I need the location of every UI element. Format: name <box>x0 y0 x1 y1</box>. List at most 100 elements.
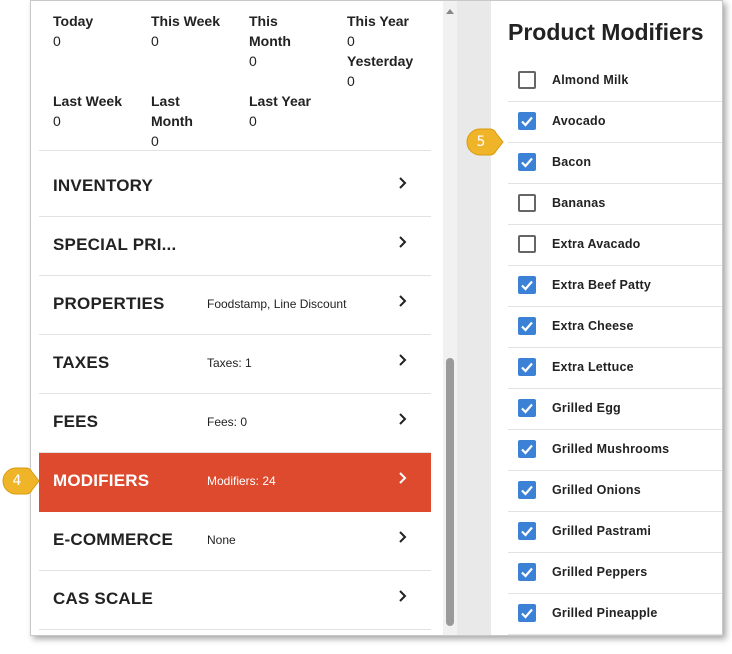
modifier-name: Avocado <box>552 114 606 128</box>
modifier-row[interactable]: Grilled Mushrooms <box>508 430 722 471</box>
modifier-row[interactable]: Grilled Egg <box>508 389 722 430</box>
callout-5: 5 <box>466 128 504 156</box>
modifier-name: Extra Cheese <box>552 319 634 333</box>
stat-value: 0 <box>249 53 257 69</box>
checkbox-unchecked-icon[interactable] <box>518 71 536 89</box>
chevron-right-icon <box>397 294 409 308</box>
row-title: MODIFIERS <box>53 471 150 490</box>
row-title: TAXES <box>53 353 110 372</box>
row-detail: Modifiers: 24 <box>207 474 276 488</box>
product-modifiers-panel: Product Modifiers Almond Milk Avocado Baco… <box>491 1 722 635</box>
row-special-pricing[interactable]: SPECIAL PRI... <box>39 217 431 276</box>
checkbox-checked-icon[interactable] <box>518 153 536 171</box>
panel-divider <box>457 1 491 635</box>
left-panel-scrollbar[interactable] <box>443 1 457 635</box>
stat-label: Today <box>53 13 94 29</box>
stat-today: Today 0 <box>53 11 93 51</box>
row-title: FEES <box>53 412 99 431</box>
row-title: SPECIAL PRI... <box>53 235 177 254</box>
screenshot-frame: Today 0 This Week 0 This Month 0 This Ye… <box>30 0 723 636</box>
stat-label: This Year <box>347 13 410 29</box>
modifier-row[interactable]: Almond Milk <box>508 61 722 102</box>
modifier-row[interactable]: Grilled Peppers <box>508 553 722 594</box>
stat-label: Yesterday <box>347 53 414 69</box>
checkbox-checked-icon[interactable] <box>518 604 536 622</box>
row-properties[interactable]: PROPERTIES Foodstamp, Line Discount <box>39 276 431 335</box>
chevron-right-icon <box>397 589 409 603</box>
modifier-name: Extra Lettuce <box>552 360 634 374</box>
stat-yesterday: Yesterday 0 <box>347 51 413 91</box>
callout-4: 4 <box>2 467 40 495</box>
stat-label: Last Year <box>249 93 312 109</box>
checkbox-unchecked-icon[interactable] <box>518 194 536 212</box>
modifier-name: Grilled Peppers <box>552 565 648 579</box>
stat-value: 0 <box>347 33 355 49</box>
modifier-row[interactable]: Extra Beef Patty <box>508 266 722 307</box>
row-title: CAS SCALE <box>53 589 154 608</box>
row-title: E-COMMERCE <box>53 530 174 549</box>
checkbox-checked-icon[interactable] <box>518 481 536 499</box>
row-inventory[interactable]: INVENTORY <box>39 158 431 217</box>
panel-title: Product Modifiers <box>508 19 704 45</box>
row-e-commerce[interactable]: E-COMMERCE None <box>39 512 431 571</box>
modifier-row[interactable]: Extra Cheese <box>508 307 722 348</box>
checkbox-unchecked-icon[interactable] <box>518 235 536 253</box>
stat-label: Last Week <box>53 93 122 109</box>
checkbox-checked-icon[interactable] <box>518 522 536 540</box>
checkbox-checked-icon[interactable] <box>518 563 536 581</box>
checkbox-checked-icon[interactable] <box>518 440 536 458</box>
row-detail: Fees: 0 <box>207 415 248 429</box>
checkbox-checked-icon[interactable] <box>518 399 536 417</box>
modifier-name: Extra Beef Patty <box>552 278 652 292</box>
checkbox-checked-icon[interactable] <box>518 358 536 376</box>
sales-stats: Today 0 This Week 0 This Month 0 This Ye… <box>39 1 431 151</box>
scrollbar-thumb[interactable] <box>446 358 454 626</box>
callout-number: 4 <box>12 473 22 489</box>
modifier-row[interactable]: Extra Lettuce <box>508 348 722 389</box>
row-detail: Taxes: 1 <box>207 356 252 370</box>
checkbox-checked-icon[interactable] <box>518 276 536 294</box>
modifier-row[interactable]: Avocado <box>508 102 722 143</box>
row-title: INVENTORY <box>53 176 154 195</box>
stat-last-month: Last Month 0 <box>151 91 211 151</box>
chevron-right-icon <box>397 471 409 485</box>
row-modifiers[interactable]: MODIFIERS Modifiers: 24 <box>39 453 431 512</box>
chevron-right-icon <box>397 530 409 544</box>
stat-value: 0 <box>347 73 355 89</box>
chevron-right-icon <box>397 176 409 190</box>
callout-number: 5 <box>476 134 486 150</box>
modifier-row[interactable]: Grilled Pastrami <box>508 512 722 553</box>
modifier-name: Grilled Onions <box>552 483 641 497</box>
row-detail: Foodstamp, Line Discount <box>207 297 347 311</box>
modifier-name: Extra Avacado <box>552 237 641 251</box>
row-cas-scale[interactable]: CAS SCALE <box>39 571 431 630</box>
stat-value: 0 <box>249 113 257 129</box>
row-taxes[interactable]: TAXES Taxes: 1 <box>39 335 431 394</box>
chevron-right-icon <box>397 353 409 367</box>
modifier-name: Almond Milk <box>552 73 629 87</box>
modifier-name: Grilled Pineapple <box>552 606 658 620</box>
stat-last-week: Last Week 0 <box>53 91 122 131</box>
checkbox-checked-icon[interactable] <box>518 317 536 335</box>
scroll-up-arrow-icon[interactable] <box>446 9 454 14</box>
modifier-row[interactable]: Grilled Pineapple <box>508 594 722 635</box>
row-detail: None <box>207 533 236 547</box>
row-fees[interactable]: FEES Fees: 0 <box>39 394 431 453</box>
stat-value: 0 <box>151 33 159 49</box>
stat-last-year: Last Year 0 <box>249 91 311 131</box>
modifier-row[interactable]: Extra Avacado <box>508 225 722 266</box>
stat-label: This Week <box>151 13 220 29</box>
product-detail-panel: Today 0 This Week 0 This Month 0 This Ye… <box>39 1 431 635</box>
modifier-name: Grilled Egg <box>552 401 621 415</box>
modifier-row[interactable]: Bacon <box>508 143 722 184</box>
modifier-name: Bananas <box>552 196 606 210</box>
stat-this-month: This Month 0 <box>249 11 309 71</box>
checkbox-checked-icon[interactable] <box>518 112 536 130</box>
modifier-name: Grilled Mushrooms <box>552 442 670 456</box>
chevron-right-icon <box>397 235 409 249</box>
modifier-row[interactable]: Bananas <box>508 184 722 225</box>
stat-this-year: This Year 0 <box>347 11 409 51</box>
chevron-right-icon <box>397 412 409 426</box>
modifier-row[interactable]: Grilled Onions <box>508 471 722 512</box>
stat-this-week: This Week 0 <box>151 11 220 51</box>
